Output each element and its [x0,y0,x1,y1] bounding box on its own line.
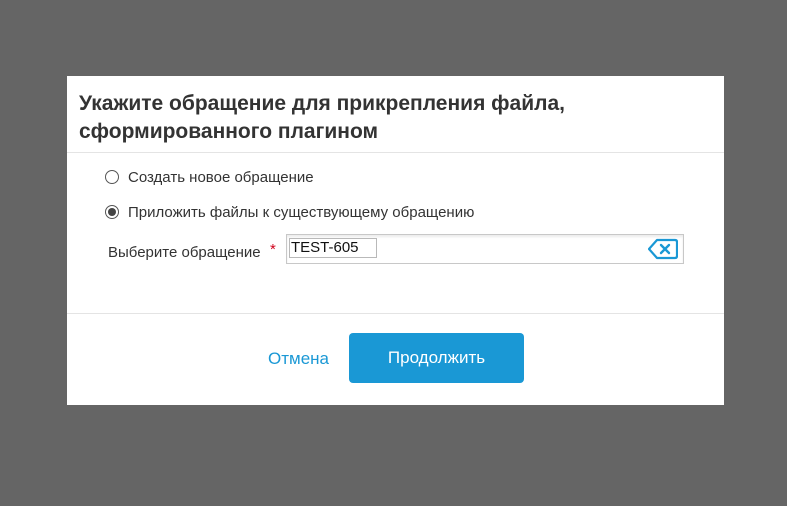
option-attach-existing-issue[interactable]: Приложить файлы к существующему обращени… [105,202,474,222]
radio-attach-existing[interactable] [105,205,119,219]
footer-divider [67,313,724,314]
cancel-button[interactable]: Отмена [268,349,329,369]
continue-button[interactable]: Продолжить [349,333,524,383]
backspace-clear-icon[interactable] [647,238,679,260]
radio-create-new[interactable] [105,170,119,184]
required-asterisk: * [270,241,276,258]
selected-issue-chip[interactable]: TEST-605 [289,238,377,258]
dialog-title: Укажите обращение для прикрепления файла… [79,92,565,143]
option-create-new-issue[interactable]: Создать новое обращение [105,167,314,187]
option-create-new-label: Создать новое обращение [128,168,314,186]
issue-picker-input[interactable]: TEST-605 [286,234,684,264]
attach-file-dialog: Укажите обращение для прикрепления файла… [67,76,724,405]
option-attach-existing-label: Приложить файлы к существующему обращени… [128,203,475,221]
header-divider [67,152,724,153]
issue-select-label: Выберите обращение [108,244,261,261]
